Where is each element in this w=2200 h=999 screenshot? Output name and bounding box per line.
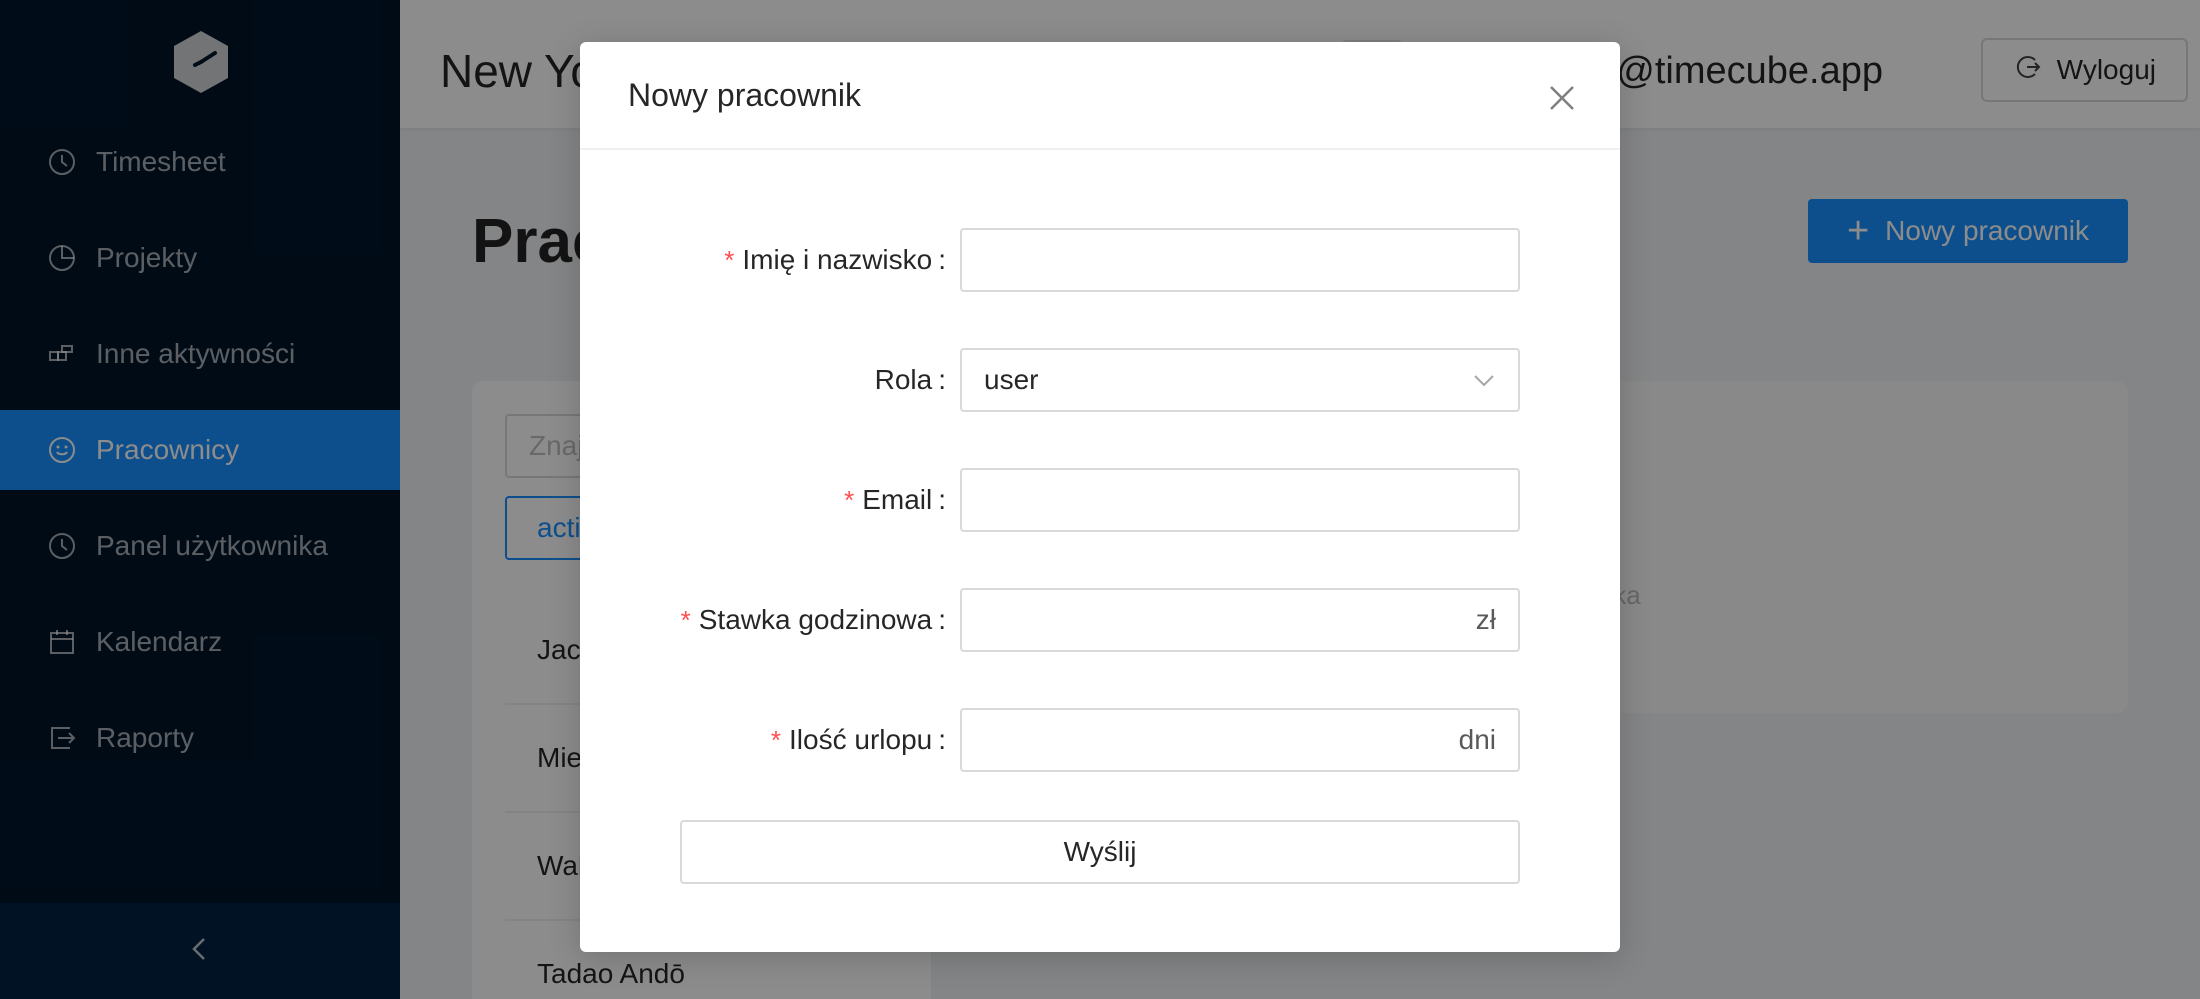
label-colon: : — [938, 364, 946, 395]
email-label: * Email : — [844, 468, 946, 532]
name-label-text: Imię i nazwisko — [742, 244, 933, 275]
label-colon: : — [938, 724, 946, 755]
role-label: Rola : — [875, 348, 946, 412]
vacation-label-text: Ilość urlopu — [789, 724, 933, 755]
email-input[interactable] — [962, 470, 1518, 530]
submit-button[interactable]: Wyślij — [680, 820, 1520, 884]
name-input[interactable] — [962, 230, 1518, 290]
label-colon: : — [938, 484, 946, 515]
email-field[interactable] — [960, 468, 1520, 532]
email-label-text: Email — [862, 484, 933, 515]
name-label: * Imię i nazwisko : — [724, 228, 946, 292]
required-mark: * — [844, 484, 855, 515]
form-row-name: * Imię i nazwisko : — [580, 228, 1620, 292]
rate-field[interactable]: zł — [960, 588, 1520, 652]
modal-header: Nowy pracownik — [580, 42, 1620, 150]
form-row-role: Rola : user — [580, 348, 1620, 412]
required-mark: * — [770, 724, 782, 755]
label-colon: : — [938, 244, 946, 275]
rate-label-text: Stawka godzinowa — [698, 604, 933, 635]
close-icon — [1546, 86, 1578, 118]
role-select[interactable]: user — [960, 348, 1520, 412]
rate-label: * Stawka godzinowa : — [681, 588, 946, 652]
vacation-input[interactable] — [962, 710, 1518, 770]
rate-input[interactable] — [962, 590, 1518, 650]
vacation-suffix: dni — [1458, 724, 1496, 755]
role-select-value: user — [984, 364, 1039, 395]
close-button[interactable] — [1546, 82, 1578, 114]
required-mark: * — [680, 604, 691, 635]
form-row-rate: * Stawka godzinowa : zł — [580, 588, 1620, 652]
new-employee-modal: Nowy pracownik * Imię i nazwisko : Rola … — [580, 42, 1620, 952]
chevron-down-icon — [1472, 368, 1496, 392]
name-field[interactable] — [960, 228, 1520, 292]
vacation-field[interactable]: dni — [960, 708, 1520, 772]
vacation-label: * Ilość urlopu : — [771, 708, 946, 772]
role-label-text: Rola — [874, 364, 933, 395]
required-mark: * — [724, 244, 735, 275]
form-row-vacation: * Ilość urlopu : dni — [580, 708, 1620, 772]
rate-suffix: zł — [1475, 604, 1496, 635]
form-row-email: * Email : — [580, 468, 1620, 532]
label-colon: : — [938, 604, 946, 635]
modal-title: Nowy pracownik — [628, 76, 861, 113]
